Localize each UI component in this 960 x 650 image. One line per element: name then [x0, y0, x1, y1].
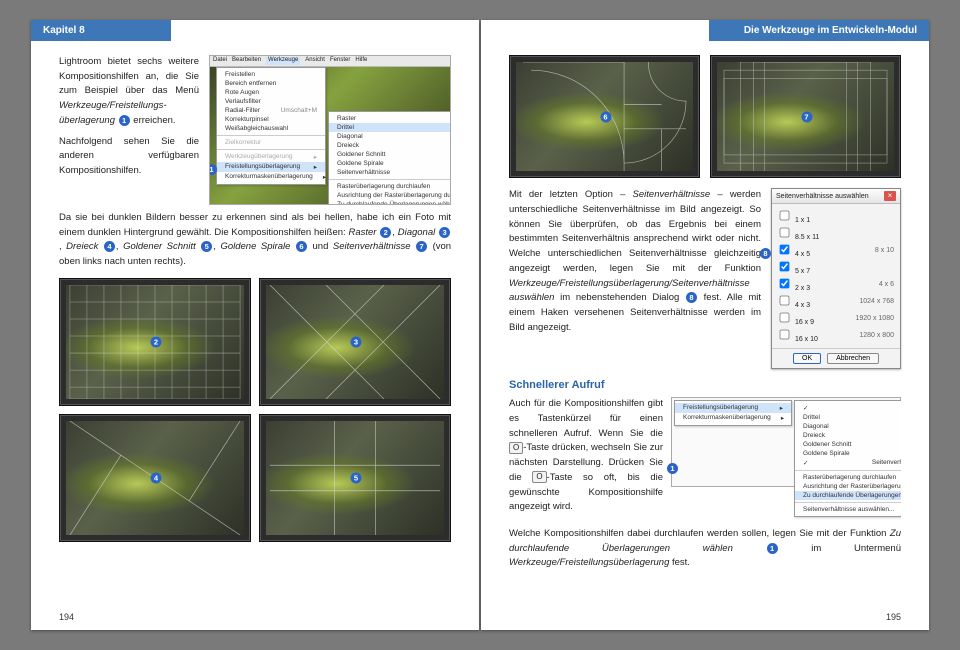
- subheading: Schnellerer Aufruf: [509, 379, 901, 391]
- screenshot-menu: DateiBearbeitenWerkzeugeAnsichtFensterHi…: [209, 55, 451, 205]
- thumb-raster: 2: [59, 278, 251, 406]
- thumb-diagonal: 3: [259, 278, 451, 406]
- close-icon[interactable]: ×: [884, 191, 896, 201]
- page-spread: Kapitel 8 Lightroom bietet sechs weitere…: [31, 20, 929, 630]
- ok-button[interactable]: OK: [793, 353, 821, 364]
- thumb-seitenverhaeltnisse: 7: [710, 55, 901, 178]
- thumb-goldene-spirale: 6: [509, 55, 700, 178]
- body-text: Da sie bei dunklen Bildern besser zu erk…: [59, 211, 451, 270]
- section-header: Die Werkzeuge im Entwickeln-Modul: [709, 20, 929, 41]
- body-text: Nachfolgend sehen Sie die anderen verfüg…: [59, 135, 199, 179]
- screenshot-submenu: Freistellungsüberlagerung▸ Korrekturmask…: [671, 397, 901, 487]
- body-text: Lightroom bietet sechs weitere Kompositi…: [59, 55, 199, 129]
- body-text: Mit der letzten Option – Seitenverhältni…: [509, 188, 761, 335]
- thumb-goldener-schnitt: 5: [259, 414, 451, 542]
- aspect-ratio-dialog: Seitenverhältnisse auswählen× 1 x 1 8.5 …: [771, 188, 901, 369]
- cancel-button[interactable]: Abbrechen: [827, 353, 879, 364]
- page-right: Die Werkzeuge im Entwickeln-Modul 6 7 Mi…: [481, 20, 929, 630]
- page-left: Kapitel 8 Lightroom bietet sechs weitere…: [31, 20, 479, 630]
- thumb-dreieck: 4: [59, 414, 251, 542]
- page-number: 195: [886, 612, 901, 622]
- page-number: 194: [59, 612, 74, 622]
- chapter-header: Kapitel 8: [31, 20, 171, 41]
- body-text: Welche Kompositionshilfen dabei durchlau…: [509, 527, 901, 571]
